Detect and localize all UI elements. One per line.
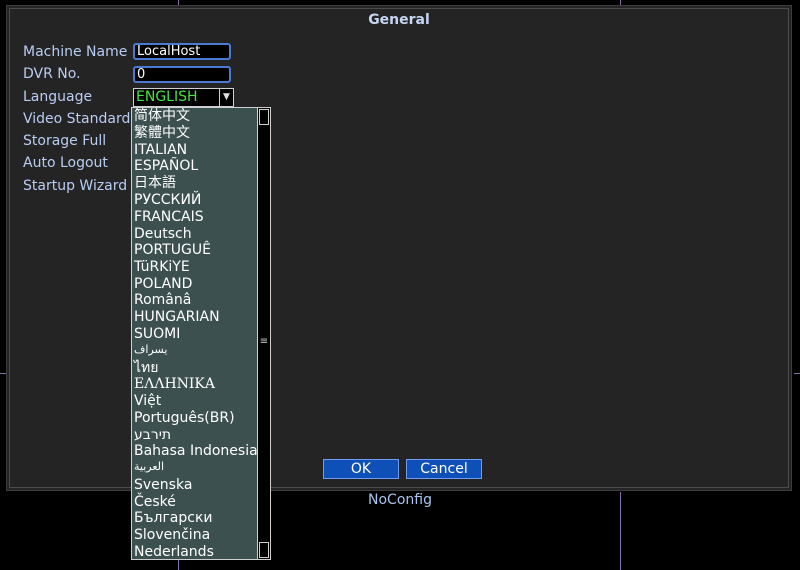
language-option[interactable]: Български	[134, 510, 213, 526]
ok-button[interactable]: OK	[323, 459, 399, 479]
grid-line	[794, 373, 800, 374]
machine-name-input[interactable]: LocalHost	[133, 43, 231, 60]
language-select[interactable]: ENGLISH ▼	[133, 88, 234, 107]
language-option[interactable]: 简体中文	[134, 108, 190, 124]
dialog-title: General	[368, 12, 430, 28]
language-option[interactable]: Românâ	[134, 292, 191, 308]
language-option[interactable]: РУССКИЙ	[134, 192, 201, 208]
language-option[interactable]: PORTUGUÊ	[134, 242, 211, 258]
cancel-button[interactable]: Cancel	[406, 459, 482, 479]
scroll-up-button[interactable]	[259, 109, 269, 125]
language-option[interactable]: Português(BR)	[134, 410, 235, 426]
language-option[interactable]: HUNGARIAN	[134, 309, 220, 325]
storage-full-label: Storage Full	[23, 133, 107, 149]
language-option[interactable]: ไทย	[134, 360, 158, 376]
language-option[interactable]: ITALIAN	[134, 142, 187, 158]
language-option[interactable]: 繁體中文	[134, 125, 190, 141]
language-option[interactable]: FRANCAIS	[134, 209, 204, 225]
chevron-down-icon[interactable]: ▼	[219, 89, 233, 106]
startup-wizard-label: Startup Wizard	[23, 178, 128, 194]
language-option[interactable]: תירבע	[134, 427, 171, 443]
language-option[interactable]: Svenska	[134, 477, 192, 493]
language-option[interactable]: Slovenčina	[134, 527, 210, 543]
scroll-thumb[interactable]: ≡	[259, 334, 269, 350]
language-option[interactable]: TüRKiYE	[134, 259, 190, 275]
scroll-down-button[interactable]	[259, 542, 269, 558]
language-option[interactable]: العربية	[134, 459, 164, 475]
general-dialog: General Machine Name DVR No. Language Vi…	[6, 5, 792, 491]
language-option[interactable]: SUOMI	[134, 326, 180, 342]
language-option[interactable]: Deutsch	[134, 226, 192, 242]
language-option[interactable]: POLAND	[134, 276, 192, 292]
status-text: NoConfig	[368, 492, 432, 508]
dvr-no-input[interactable]: 0	[133, 66, 231, 83]
language-option[interactable]: یسراف	[134, 342, 167, 358]
dvr-no-label: DVR No.	[23, 66, 81, 82]
language-option[interactable]: ΕΛΛΗΝΙΚΑ	[134, 376, 215, 392]
language-select-value: ENGLISH	[136, 89, 198, 105]
language-option[interactable]: Bahasa Indonesia	[134, 443, 258, 459]
video-standard-label: Video Standard	[23, 111, 131, 127]
language-dropdown-list[interactable]: 简体中文 繁體中文 ITALIAN ESPAÑOL 日本語 РУССКИЙ FR…	[131, 107, 271, 560]
auto-logout-label: Auto Logout	[23, 155, 108, 171]
language-option[interactable]: Nederlands	[134, 544, 214, 560]
machine-name-label: Machine Name	[23, 44, 128, 60]
language-option[interactable]: 日本語	[134, 175, 176, 191]
language-option[interactable]: České	[134, 494, 176, 510]
dropdown-scrollbar[interactable]: ≡	[257, 108, 270, 559]
language-label: Language	[23, 89, 93, 105]
language-option[interactable]: Việt	[134, 393, 161, 409]
language-option[interactable]: ESPAÑOL	[134, 158, 198, 174]
